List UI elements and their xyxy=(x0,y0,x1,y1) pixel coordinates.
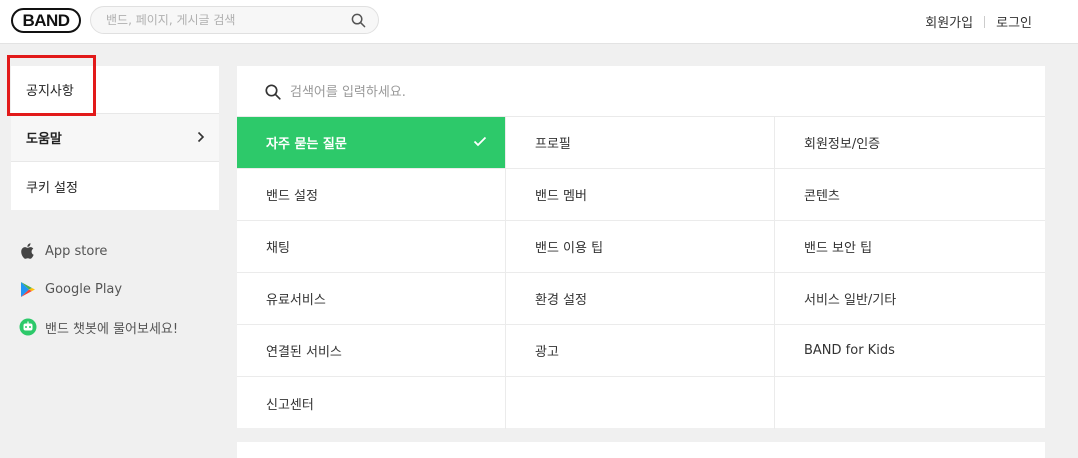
category-label: 연결된 서비스 xyxy=(266,345,342,360)
menu-item-label: 공지사항 xyxy=(26,84,74,99)
category-label: 밴드 설정 xyxy=(266,189,318,204)
menu-item-cookie-settings[interactable]: 쿠키 설정 xyxy=(11,162,219,210)
app-link-label: App store xyxy=(45,243,108,259)
category-empty xyxy=(506,377,775,429)
category-label: 유료서비스 xyxy=(266,293,326,308)
category-label: 자주 묻는 질문 xyxy=(266,137,347,152)
category-band-for-kids[interactable]: BAND for Kids xyxy=(775,325,1045,377)
category-grid: 자주 묻는 질문 프로필 회원정보/인증 밴드 설정 밴드 멤버 콘텐츠 채팅 … xyxy=(237,117,1045,429)
divider xyxy=(984,15,986,28)
signup-link[interactable]: 회원가입 xyxy=(925,12,973,31)
app-link-label: Google Play xyxy=(45,281,123,297)
menu-item-label: 쿠키 설정 xyxy=(26,180,78,196)
bottom-panel xyxy=(237,442,1045,458)
help-search-input[interactable] xyxy=(290,82,890,102)
header-search-box[interactable] xyxy=(90,6,379,34)
top-header: BAND 회원가입 로그인 xyxy=(0,0,1078,44)
chatbot-link[interactable]: 밴드 챗봇에 물어보세요! xyxy=(19,308,178,346)
category-label: 채팅 xyxy=(266,241,290,256)
category-preferences[interactable]: 환경 설정 xyxy=(506,273,775,325)
category-member-info[interactable]: 회원정보/인증 xyxy=(775,117,1045,169)
category-contents[interactable]: 콘텐츠 xyxy=(775,169,1045,221)
menu-item-help[interactable]: 도움말 xyxy=(11,114,219,162)
apple-icon xyxy=(19,242,37,260)
category-label: 서비스 일반/기타 xyxy=(804,293,897,308)
band-logo[interactable]: BAND xyxy=(11,8,81,33)
category-label: 프로필 xyxy=(535,137,571,152)
category-service-general[interactable]: 서비스 일반/기타 xyxy=(775,273,1045,325)
check-icon xyxy=(473,136,487,151)
menu-item-label: 도움말 xyxy=(26,132,62,147)
app-link-label: 밴드 챗봇에 물어보세요! xyxy=(45,321,179,337)
category-label: 콘텐츠 xyxy=(804,189,840,204)
chevron-right-icon xyxy=(197,131,205,147)
help-search-bar[interactable] xyxy=(237,66,1045,117)
category-report-center[interactable]: 신고센터 xyxy=(237,377,506,429)
category-usage-tips[interactable]: 밴드 이용 팁 xyxy=(506,221,775,273)
left-menu: 공지사항 도움말 쿠키 설정 xyxy=(11,66,219,210)
category-label: 환경 설정 xyxy=(535,293,587,308)
category-label: 밴드 이용 팁 xyxy=(535,241,604,256)
search-icon[interactable] xyxy=(351,13,366,32)
category-faq[interactable]: 자주 묻는 질문 xyxy=(237,117,506,169)
chatbot-icon xyxy=(19,318,37,336)
category-label: 회원정보/인증 xyxy=(804,137,881,152)
category-profile[interactable]: 프로필 xyxy=(506,117,775,169)
google-play-icon xyxy=(19,280,37,298)
category-ads[interactable]: 광고 xyxy=(506,325,775,377)
category-paid-services[interactable]: 유료서비스 xyxy=(237,273,506,325)
category-label: 신고센터 xyxy=(266,397,314,413)
category-connected-services[interactable]: 연결된 서비스 xyxy=(237,325,506,377)
category-label: 광고 xyxy=(535,345,559,360)
google-play-link[interactable]: Google Play xyxy=(19,270,178,308)
category-label: 밴드 멤버 xyxy=(535,189,587,204)
search-icon xyxy=(265,84,281,104)
login-link[interactable]: 로그인 xyxy=(996,12,1032,31)
app-links: App store Google Play 밴드 챗봇에 물어보세요! xyxy=(19,232,178,346)
category-chat[interactable]: 채팅 xyxy=(237,221,506,273)
category-band-members[interactable]: 밴드 멤버 xyxy=(506,169,775,221)
menu-item-notice[interactable]: 공지사항 xyxy=(11,66,219,114)
category-label: BAND for Kids xyxy=(804,343,895,358)
category-empty xyxy=(775,377,1045,429)
header-search-input[interactable] xyxy=(106,11,346,29)
category-band-settings[interactable]: 밴드 설정 xyxy=(237,169,506,221)
auth-links: 회원가입 로그인 xyxy=(925,12,1032,31)
app-store-link[interactable]: App store xyxy=(19,232,178,270)
category-label: 밴드 보안 팁 xyxy=(804,241,873,256)
help-main-panel: 자주 묻는 질문 프로필 회원정보/인증 밴드 설정 밴드 멤버 콘텐츠 채팅 … xyxy=(237,66,1045,429)
category-security-tips[interactable]: 밴드 보안 팁 xyxy=(775,221,1045,273)
